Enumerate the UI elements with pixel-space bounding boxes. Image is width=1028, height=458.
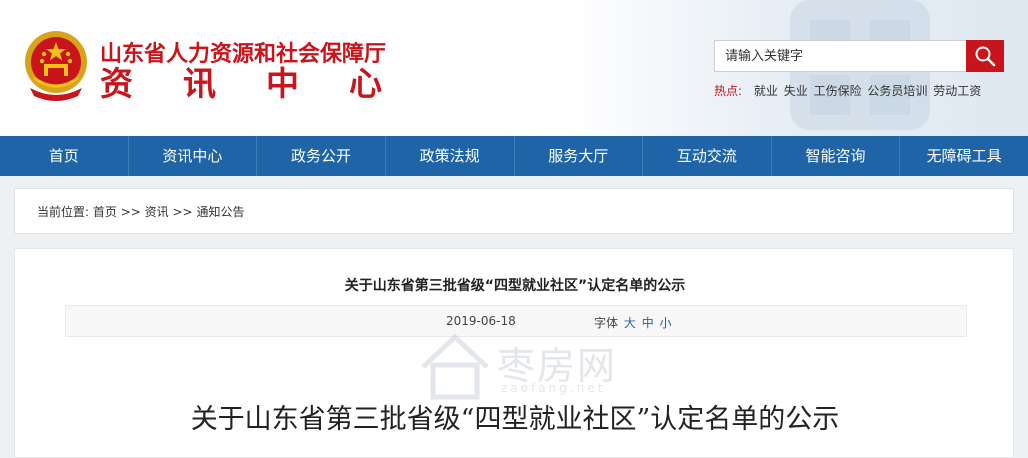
site-header: 山东省人力资源和社会保障厅 资 讯 中 心 热点: 就业 失业 工伤保险 公务员…	[0, 0, 1028, 136]
search-icon	[975, 46, 996, 67]
article-date: 2019-06-18	[446, 314, 516, 328]
nav-item-home[interactable]: 首页	[0, 136, 129, 176]
font-size-large[interactable]: 大	[624, 316, 636, 330]
article-heading: 关于山东省第三批省级“四型就业社区”认定名单的公示	[190, 404, 840, 435]
nav-item-interaction[interactable]: 互动交流	[643, 136, 772, 176]
site-subtitle-char: 心	[349, 64, 382, 103]
hot-link-laodong[interactable]: 劳动工资	[933, 84, 981, 98]
hot-link-gongwuyuan[interactable]: 公务员培训	[867, 84, 927, 98]
breadcrumb-separator: >>	[172, 205, 193, 219]
font-size-medium[interactable]: 中	[642, 316, 654, 330]
nav-item-service-hall[interactable]: 服务大厅	[515, 136, 644, 176]
site-subtitle: 资 讯 中 心	[100, 64, 382, 104]
site-subtitle-char: 讯	[183, 64, 216, 103]
font-size-label: 字体	[594, 316, 619, 330]
nav-item-news[interactable]: 资讯中心	[129, 136, 258, 176]
breadcrumb-current-link[interactable]: 通知公告	[196, 205, 244, 219]
site-subtitle-char: 中	[266, 64, 299, 103]
breadcrumb-prefix: 当前位置:	[37, 205, 90, 219]
nav-item-accessibility[interactable]: 无障碍工具	[900, 136, 1028, 176]
nav-item-policy[interactable]: 政策法规	[386, 136, 515, 176]
watermark-url: zaofang.net	[501, 381, 606, 395]
main-nav: 首页 资讯中心 政务公开 政策法规 服务大厅 互动交流 智能咨询 无障碍工具	[0, 136, 1028, 176]
breadcrumb-separator: >>	[120, 205, 141, 219]
hot-keywords-label: 热点:	[714, 84, 743, 98]
nav-item-gov-affairs[interactable]: 政务公开	[257, 136, 386, 176]
breadcrumb: 当前位置: 首页 >> 资讯 >> 通知公告	[14, 188, 1014, 234]
watermark: 枣房网 zaofang.net	[415, 329, 655, 403]
article-title: 关于山东省第三批省级“四型就业社区”认定名单的公示	[344, 278, 686, 294]
font-size-small[interactable]: 小	[660, 316, 672, 330]
national-emblem-logo	[25, 31, 87, 101]
house-watermark-icon	[421, 333, 489, 400]
breadcrumb-section-link[interactable]: 资讯	[145, 205, 169, 219]
hot-link-jiuye[interactable]: 就业	[754, 84, 778, 98]
nav-item-smart-consult[interactable]: 智能咨询	[772, 136, 901, 176]
hot-keywords: 热点: 就业 失业 工伤保险 公务员培训 劳动工资	[714, 82, 983, 99]
search-input[interactable]	[714, 40, 967, 72]
hot-link-shiye[interactable]: 失业	[784, 84, 808, 98]
breadcrumb-home-link[interactable]: 首页	[93, 205, 117, 219]
search-bar	[714, 40, 1004, 72]
hot-link-gongshang[interactable]: 工伤保险	[814, 84, 862, 98]
search-button[interactable]	[966, 40, 1004, 72]
site-subtitle-char: 资	[100, 64, 133, 103]
article-panel: 关于山东省第三批省级“四型就业社区”认定名单的公示 2019-06-18 字体 …	[14, 248, 1014, 458]
